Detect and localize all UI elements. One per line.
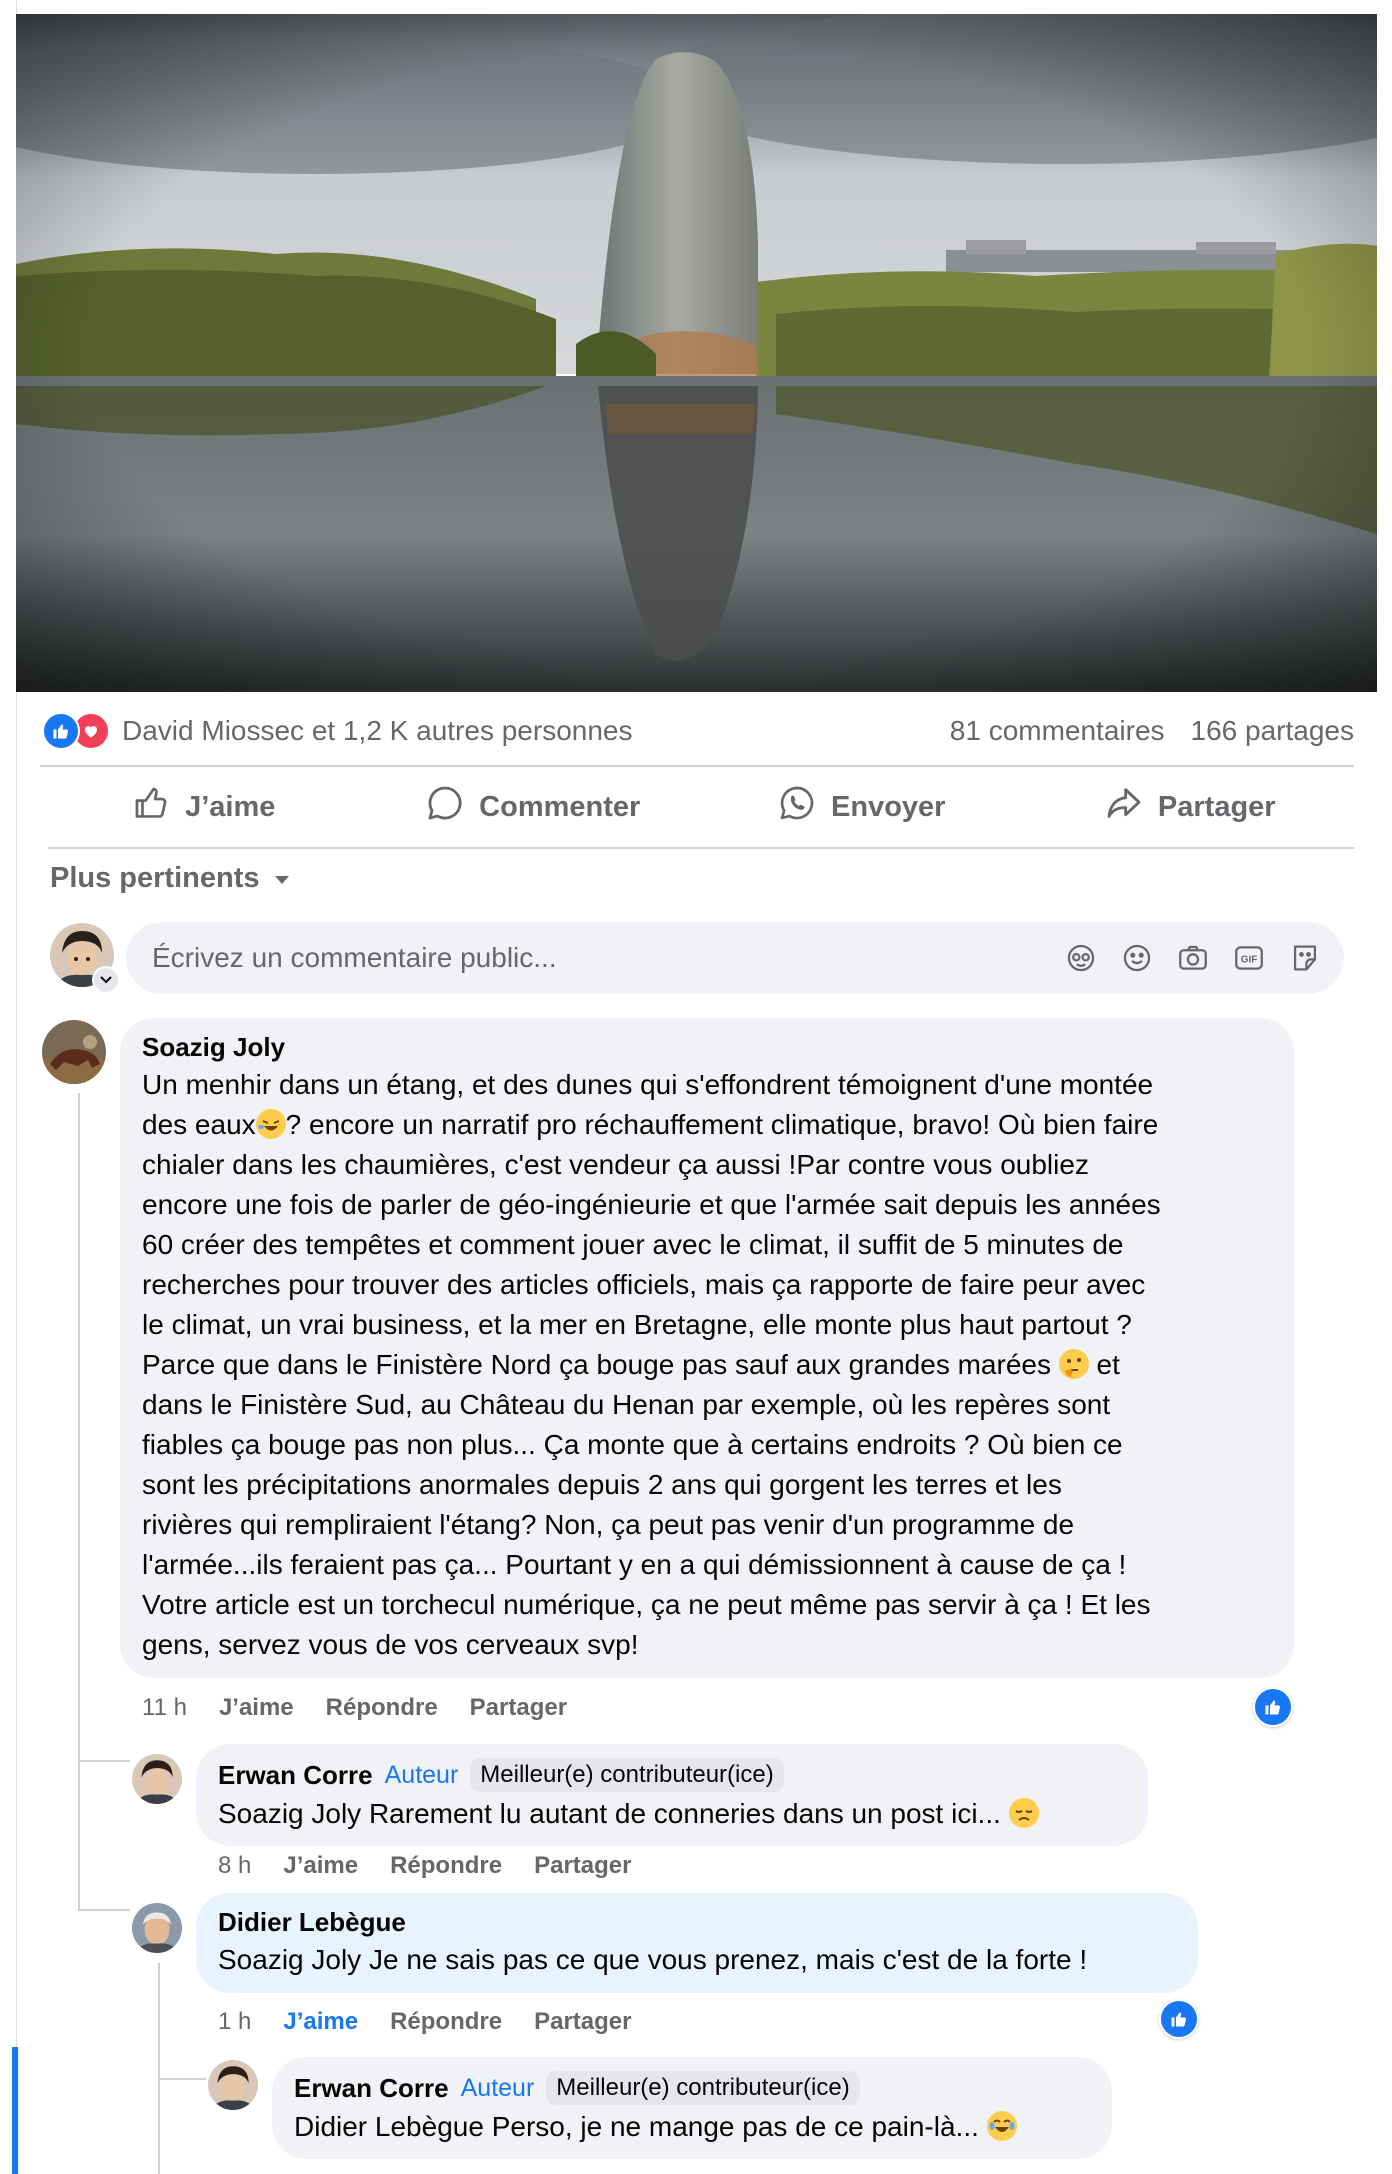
comment-input[interactable] [150, 941, 1034, 975]
comment-reply-button[interactable]: Répondre [326, 1694, 438, 1722]
thinking-emoji-icon [1058, 1349, 1089, 1379]
comments-count[interactable]: 81 commentaires [950, 715, 1165, 747]
send-label: Envoyer [831, 790, 946, 823]
profile-switch-icon[interactable] [92, 966, 120, 994]
comment-author-row: Erwan Corre Auteur Meilleur(e) contribut… [218, 1758, 1039, 1792]
like-reaction-icon [42, 712, 80, 750]
comment-text: Soazig Joly Je ne sais pas ce que vous p… [218, 1944, 1088, 1975]
share-button[interactable]: Partager [1026, 770, 1355, 844]
reaction-names[interactable]: David Miossec et 1,2 K autres personnes [122, 715, 632, 747]
thread-connector [78, 1760, 130, 1762]
share-icon [1104, 783, 1144, 831]
thread-connector [78, 1909, 130, 1911]
thread-connector [158, 2078, 206, 2080]
comment-author[interactable]: Erwan Corre [218, 1760, 373, 1791]
comment-composer: GIF [126, 922, 1344, 994]
sticker-icon[interactable] [1288, 941, 1322, 975]
comment-meta: 1 h J’aime Répondre Partager [218, 2008, 632, 2036]
comment-button[interactable]: Commenter [369, 770, 698, 844]
comment-text: Un menhir dans un étang, et des dunes qu… [142, 1069, 1161, 1660]
comment-bubble: Didier Lebègue Soazig Joly Je ne sais pa… [196, 1893, 1198, 1993]
comment-reply-button[interactable]: Répondre [390, 2008, 502, 2036]
focus-indicator [12, 2047, 18, 2174]
thread-line [78, 1093, 80, 1911]
divider [40, 765, 1354, 767]
commenter-avatar[interactable] [132, 1754, 182, 1804]
share-label: Partager [1157, 790, 1276, 823]
comment-like-button[interactable]: J’aime [219, 1694, 294, 1722]
send-button[interactable]: Envoyer [697, 770, 1026, 844]
composer-tools: GIF [1064, 941, 1322, 975]
like-button[interactable]: J’aime [40, 770, 369, 844]
comment-meta: 11 h J’aime Répondre Partager [142, 1694, 567, 1722]
sort-label: Plus pertinents [50, 861, 260, 894]
caret-down-icon [272, 862, 292, 895]
comment-text: Soazig Joly Rarement lu autant de conner… [218, 1794, 1039, 1834]
comment-text: Didier Lebègue Perso, je ne mange pas de… [294, 2107, 1017, 2147]
comment-author[interactable]: Soazig Joly [142, 1032, 1161, 1063]
reactions-summary: David Miossec et 1,2 K autres personnes … [42, 706, 1354, 756]
comment-share-button[interactable]: Partager [534, 1852, 631, 1880]
gif-icon[interactable]: GIF [1232, 941, 1266, 975]
comment-author[interactable]: Didier Lebègue [218, 1907, 1087, 1938]
comment-share-button[interactable]: Partager [470, 1694, 567, 1722]
comment-time[interactable]: 8 h [218, 1852, 251, 1880]
thumbs-up-icon [133, 784, 171, 830]
divider [48, 847, 1354, 849]
comment-bubble: Soazig Joly Un menhir dans un étang, et … [120, 1018, 1294, 1678]
thread-line [158, 1963, 160, 2174]
shares-count[interactable]: 166 partages [1191, 715, 1354, 747]
author-tag: Auteur [384, 1760, 459, 1789]
commenter-avatar[interactable] [42, 1020, 106, 1084]
emoji-icon[interactable] [1120, 941, 1154, 975]
post-actions-bar: J’aime Commenter Envoyer Partager [40, 770, 1354, 844]
comment-icon [425, 783, 465, 831]
like-label: J’aime [185, 790, 276, 823]
disappointed-emoji-icon [1008, 1798, 1039, 1828]
reaction-icons[interactable] [42, 712, 110, 750]
whatsapp-icon [777, 783, 817, 831]
comment-author[interactable]: Erwan Corre [294, 2073, 449, 2104]
menhir-pond-photo [16, 14, 1377, 692]
comment-time[interactable]: 1 h [218, 2008, 251, 2036]
rolling-laughing-emoji-icon [255, 1109, 286, 1139]
camera-icon[interactable] [1176, 941, 1210, 975]
top-contributor-badge: Meilleur(e) contributeur(ice) [470, 1758, 784, 1792]
comment-bubble: Erwan Corre Auteur Meilleur(e) contribut… [196, 1744, 1148, 1846]
comment-meta: 8 h J’aime Répondre Partager [218, 1852, 632, 1880]
svg-text:GIF: GIF [1241, 955, 1258, 966]
facebook-post-page: David Miossec et 1,2 K autres personnes … [0, 0, 1392, 2174]
comment-author-row: Erwan Corre Auteur Meilleur(e) contribut… [294, 2071, 1017, 2105]
comment-time[interactable]: 11 h [142, 1694, 187, 1722]
comment-share-button[interactable]: Partager [534, 2008, 631, 2036]
comment-like-button[interactable]: J’aime [283, 2008, 358, 2036]
comment-bubble: Erwan Corre Auteur Meilleur(e) contribut… [272, 2057, 1112, 2159]
sort-dropdown[interactable]: Plus pertinents [50, 858, 292, 898]
comment-like-button[interactable]: J’aime [283, 1852, 358, 1880]
comment-like-reaction-icon[interactable] [1159, 1999, 1199, 2039]
laughing-tears-emoji-icon [986, 2111, 1017, 2141]
top-contributor-badge: Meilleur(e) contributeur(ice) [546, 2071, 860, 2105]
comment-like-reaction-icon[interactable] [1253, 1687, 1293, 1727]
post-photo[interactable] [16, 14, 1377, 692]
avatar-sticker-icon[interactable] [1064, 941, 1098, 975]
author-tag: Auteur [460, 2073, 535, 2102]
comment-reply-button[interactable]: Répondre [390, 1852, 502, 1880]
commenter-avatar[interactable] [132, 1903, 182, 1953]
comment-label: Commenter [479, 790, 641, 823]
commenter-avatar[interactable] [208, 2060, 258, 2110]
